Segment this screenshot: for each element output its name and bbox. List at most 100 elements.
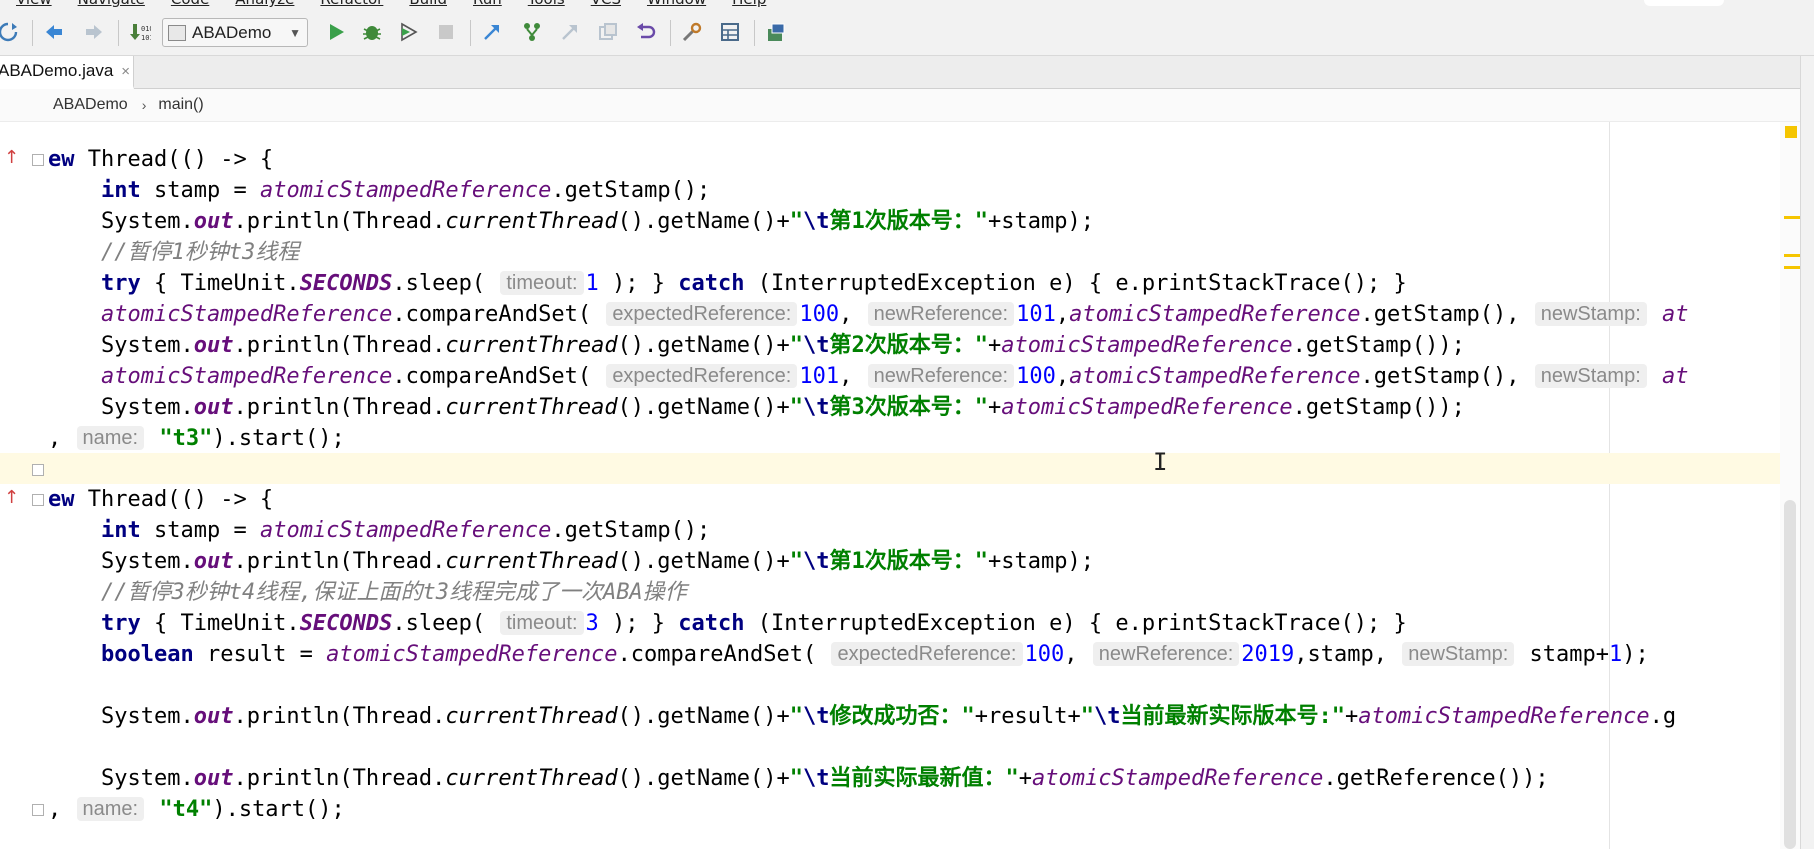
menu-vcs[interactable]: VCS bbox=[591, 0, 621, 8]
vertical-scrollbar-thumb[interactable] bbox=[1784, 500, 1796, 849]
breadcrumb-class[interactable]: ABADemo bbox=[53, 96, 128, 114]
right-tool-window-strip[interactable] bbox=[1800, 56, 1814, 849]
code-token: 100 bbox=[1016, 364, 1056, 389]
menu-code[interactable]: Code bbox=[171, 0, 209, 8]
menu-build[interactable]: Build bbox=[409, 0, 447, 8]
sync-icon[interactable] bbox=[0, 18, 22, 46]
parameter-hint: newReference: bbox=[867, 364, 1015, 388]
code-token: atomicStampedReference bbox=[100, 302, 393, 327]
code-token: boolean bbox=[100, 642, 194, 667]
override-marker-icon[interactable]: ↑ bbox=[4, 488, 19, 508]
build-icon[interactable]: 010101 bbox=[126, 18, 154, 46]
code-line[interactable]: ew Thread(() -> { bbox=[48, 484, 273, 515]
back-icon[interactable] bbox=[40, 18, 68, 46]
code-token: " bbox=[974, 549, 988, 574]
warning-status-icon[interactable] bbox=[1785, 126, 1797, 138]
breadcrumb-method[interactable]: main() bbox=[158, 96, 203, 114]
code-line[interactable]: int stamp = atomicStampedReference.getSt… bbox=[48, 175, 710, 206]
code-token: 第3次版本号： bbox=[829, 395, 975, 420]
breadcrumb-separator: › bbox=[141, 97, 147, 113]
parameter-hint: newReference: bbox=[1092, 642, 1240, 666]
menu-navigate[interactable]: Navigate bbox=[78, 0, 145, 8]
stop-icon[interactable] bbox=[432, 18, 460, 46]
code-line[interactable]: atomicStampedReference.compareAndSet( ex… bbox=[48, 361, 1689, 392]
history-icon[interactable] bbox=[556, 18, 584, 46]
code-token: catch bbox=[678, 271, 745, 296]
fold-toggle-icon[interactable] bbox=[32, 494, 44, 506]
code-token: ().getName()+ bbox=[617, 209, 790, 234]
error-stripe-mark[interactable] bbox=[1784, 216, 1800, 219]
code-line[interactable]: atomicStampedReference.compareAndSet( ex… bbox=[48, 299, 1689, 330]
code-line[interactable]: System.out.println(Thread.currentThread(… bbox=[48, 701, 1676, 732]
run-icon[interactable] bbox=[322, 18, 350, 46]
revert-icon[interactable] bbox=[632, 18, 660, 46]
close-icon[interactable]: × bbox=[121, 63, 130, 80]
code-line[interactable]: ew Thread(() -> { bbox=[48, 144, 273, 175]
error-stripe-mark[interactable] bbox=[1784, 254, 1800, 257]
code-line[interactable]: boolean result = atomicStampedReference.… bbox=[48, 639, 1649, 670]
code-token: 2019 bbox=[1241, 642, 1295, 667]
database-icon[interactable] bbox=[762, 18, 790, 46]
code-token: \t bbox=[1093, 704, 1121, 729]
vcs-update-icon[interactable] bbox=[478, 18, 506, 46]
code-token: 100 bbox=[799, 302, 840, 327]
code-line[interactable]: , name: "t3").start(); bbox=[48, 423, 345, 454]
fold-end-icon[interactable] bbox=[32, 804, 44, 816]
code-editor[interactable]: ↑ ↑ ew Thread(() -> { int stamp = atomic… bbox=[0, 122, 1800, 849]
code-line[interactable]: System.out.println(Thread.currentThread(… bbox=[48, 546, 1094, 577]
code-line[interactable]: System.out.println(Thread.currentThread(… bbox=[48, 763, 1549, 794]
vcs-commit-icon[interactable] bbox=[518, 18, 546, 46]
debug-icon[interactable] bbox=[358, 18, 386, 46]
tab-label: ABADemo.java bbox=[0, 61, 114, 80]
menu-analyze[interactable]: Analyze bbox=[235, 0, 294, 8]
shelve-icon[interactable] bbox=[594, 18, 622, 46]
menu-refactor[interactable]: Refactor bbox=[320, 0, 383, 8]
text-cursor-icon: I bbox=[1153, 448, 1168, 476]
code-token: .println(Thread. bbox=[233, 704, 446, 729]
menu-run[interactable]: Run bbox=[473, 0, 502, 8]
code-line[interactable]: System.out.println(Thread.currentThread(… bbox=[48, 392, 1465, 423]
code-line[interactable]: //暂停1秒钟t3线程 bbox=[48, 237, 299, 268]
code-token: " bbox=[789, 549, 803, 574]
code-line[interactable]: try { TimeUnit.SECONDS.sleep( timeout: 3 … bbox=[48, 608, 1407, 639]
code-token: 修改成功否： bbox=[829, 704, 962, 729]
editor-gutter bbox=[0, 122, 40, 849]
code-line[interactable]: //暂停3秒钟t4线程,保证上面的t3线程完成了一次ABA操作 bbox=[48, 577, 687, 608]
code-line[interactable]: int stamp = atomicStampedReference.getSt… bbox=[48, 515, 710, 546]
menu-view[interactable]: View bbox=[16, 0, 52, 8]
run-configuration-selector[interactable]: ABADemo ▼ bbox=[162, 18, 308, 47]
code-token: ).start(); bbox=[212, 426, 345, 451]
fold-toggle-icon[interactable] bbox=[32, 154, 44, 166]
settings-icon[interactable] bbox=[678, 18, 706, 46]
coverage-icon[interactable] bbox=[394, 18, 422, 46]
toolbar-separator bbox=[754, 20, 755, 46]
override-marker-icon[interactable]: ↑ bbox=[4, 148, 19, 168]
code-token: " bbox=[789, 704, 803, 729]
project-structure-icon[interactable] bbox=[716, 18, 744, 46]
menu-tools[interactable]: Tools bbox=[528, 0, 565, 8]
forward-icon[interactable] bbox=[80, 18, 108, 46]
code-token: " bbox=[1331, 704, 1345, 729]
code-token: out bbox=[193, 766, 234, 791]
main-toolbar: 010101 ABADemo ▼ bbox=[0, 10, 1814, 56]
tab-abademo-java[interactable]: ABADemo.java × bbox=[0, 56, 134, 89]
fold-end-icon[interactable] bbox=[32, 464, 44, 476]
code-token: ().getName()+ bbox=[617, 549, 790, 574]
menu-help[interactable]: Help bbox=[732, 0, 766, 8]
code-line[interactable]: System.out.println(Thread.currentThread(… bbox=[48, 206, 1094, 237]
error-stripe-mark[interactable] bbox=[1784, 266, 1800, 269]
code-token: Thread(() -> { bbox=[74, 487, 274, 512]
code-line[interactable]: , name: "t4").start(); bbox=[48, 794, 345, 825]
code-token: , bbox=[48, 797, 75, 822]
code-token: ).start(); bbox=[212, 797, 345, 822]
menu-search-pill bbox=[1644, 0, 1724, 6]
code-token: + bbox=[1344, 704, 1359, 729]
code-line[interactable]: System.out.println(Thread.currentThread(… bbox=[48, 330, 1465, 361]
menu-window[interactable]: Window bbox=[647, 0, 706, 8]
code-line[interactable]: try { TimeUnit.SECONDS.sleep( timeout: 1 … bbox=[48, 268, 1407, 299]
code-token: System. bbox=[48, 704, 194, 729]
